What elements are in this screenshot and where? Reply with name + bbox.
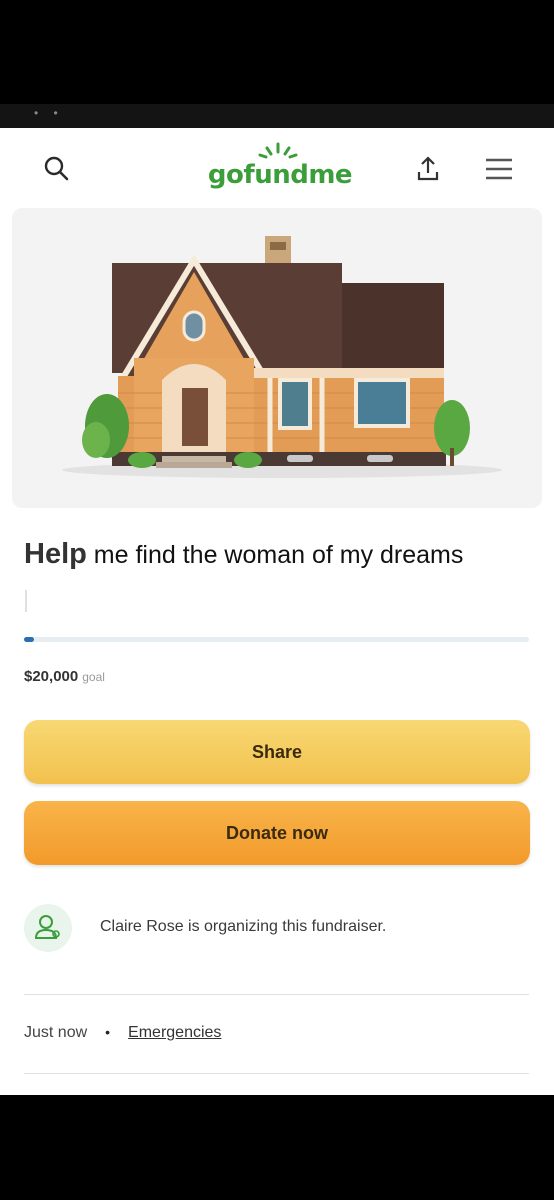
house-illustration (62, 236, 502, 478)
logo-text: gofundme (207, 160, 353, 190)
app-screen: gofundme Help me find the woman of my dr… (0, 128, 554, 1095)
gofundme-logo[interactable]: gofundme (200, 142, 360, 200)
meta-separator: • (105, 1024, 111, 1040)
upload-share-icon[interactable] (410, 150, 446, 186)
organizer-avatar[interactable] (24, 904, 72, 952)
organizer-text: Claire Rose is organizing this fundraise… (100, 918, 387, 935)
title-text: me find the woman of my dreams (86, 541, 464, 569)
bottom-bar (0, 1095, 554, 1200)
status-bar: • • (0, 0, 554, 128)
progress-fill (24, 637, 35, 642)
title-emphasis: Help (24, 538, 87, 570)
user-icon (34, 915, 60, 939)
progress-bar (24, 637, 529, 642)
campaign-meta: Just now • Emergencies (24, 1024, 221, 1042)
hamburger-menu-icon[interactable] (480, 152, 518, 186)
category-link[interactable]: Emergencies (128, 1024, 221, 1041)
divider (24, 994, 529, 995)
donate-now-button[interactable]: Donate now (24, 801, 530, 865)
divider (24, 1073, 529, 1074)
top-navigation-bar: gofundme (0, 128, 554, 208)
hero-image (12, 208, 542, 508)
goal-label: goal (82, 670, 105, 684)
logo-sun-rays-icon (258, 142, 298, 159)
goal-value: $20,000 (24, 668, 79, 685)
organizer-row: Claire Rose is organizing this fundraise… (24, 900, 530, 956)
campaign-title: Help me find the woman of my dreams (24, 538, 544, 571)
goal-amount: $20,000 goal (24, 668, 105, 685)
text-cursor (25, 590, 27, 612)
status-strip (0, 104, 554, 128)
status-indicator: • • (34, 106, 64, 120)
search-icon[interactable] (40, 152, 74, 186)
created-time: Just now (24, 1024, 88, 1041)
share-button[interactable]: Share (24, 720, 530, 784)
